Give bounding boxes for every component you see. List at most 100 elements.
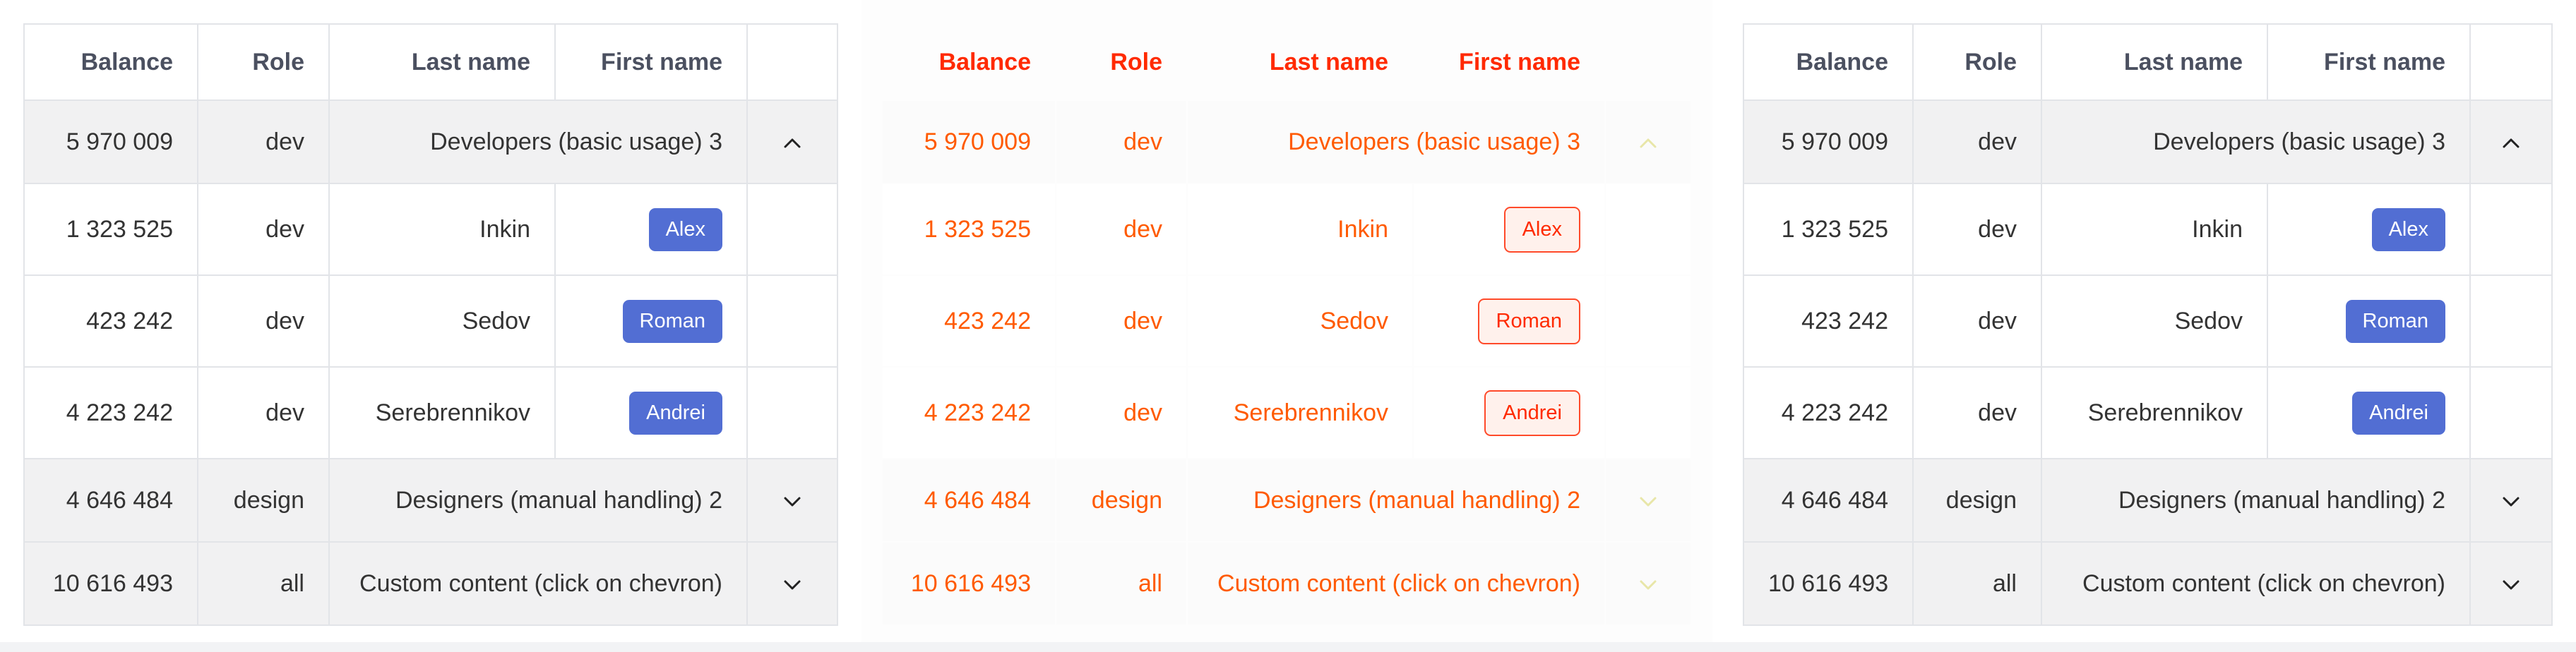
header-role[interactable]: Role — [1912, 23, 2042, 101]
first-name-cell: Andrei — [554, 366, 748, 459]
balance-cell: 5 970 009 — [23, 99, 198, 184]
role-cell: dev — [1056, 367, 1187, 459]
group-row[interactable]: 5 970 009 dev Developers (basic usage) 3 — [1743, 99, 2553, 184]
table-panel-left: Balance Role Last name First name 5 970 009 d… — [0, 0, 861, 652]
group-row[interactable]: 4 646 484 design Designers (manual handlin… — [1743, 458, 2553, 543]
role-cell: dev — [1056, 183, 1187, 275]
first-name-button[interactable]: Andrei — [1484, 390, 1580, 436]
first-name-button[interactable]: Roman — [2345, 299, 2445, 343]
balance-cell: 423 242 — [23, 274, 198, 368]
header-role[interactable]: Role — [197, 23, 330, 101]
chevron-down-icon[interactable] — [781, 574, 804, 596]
group-row[interactable]: 4 646 484 design Designers (manual handlin… — [23, 458, 838, 543]
group-row[interactable]: 5 970 009 dev Developers (basic usage) 3 — [23, 99, 838, 184]
actions-cell — [1605, 367, 1691, 459]
group-row[interactable]: 10 616 493 all Custom content (click on ch… — [1743, 541, 2553, 626]
last-name-cell: Inkin — [328, 183, 556, 276]
role-cell: design — [1912, 458, 2042, 543]
last-name-cell: Serebrennikov — [328, 366, 556, 459]
first-name-cell: Andrei — [1413, 367, 1605, 459]
last-name-cell: Sedov — [1187, 275, 1413, 367]
first-name-button[interactable]: Alex — [2371, 207, 2445, 251]
first-name-button[interactable]: Roman — [622, 299, 722, 343]
header-actions — [1605, 24, 1691, 100]
chevron-up-icon[interactable] — [2500, 132, 2522, 155]
balance-cell: 4 646 484 — [1743, 458, 1914, 543]
balance-cell: 10 616 493 — [23, 541, 198, 626]
first-name-cell: Roman — [2267, 274, 2471, 368]
grouped-data-table: Balance Role Last name First name 5 970 009 d… — [881, 23, 1692, 626]
header-last-name[interactable]: Last name — [2041, 23, 2268, 101]
header-balance[interactable]: Balance — [882, 24, 1056, 100]
first-name-cell: Roman — [554, 274, 748, 368]
chevron-up-icon[interactable] — [1637, 132, 1659, 155]
table-row: 423 242 dev Sedov Roman — [1743, 274, 2553, 368]
actions-cell — [746, 274, 838, 368]
role-cell: dev — [1912, 274, 2042, 368]
expand-toggle-cell[interactable] — [746, 541, 838, 626]
group-label: Developers (basic usage) 3 — [2041, 99, 2471, 184]
balance-cell: 10 616 493 — [882, 542, 1056, 625]
first-name-button[interactable]: Andrei — [629, 391, 722, 435]
actions-cell — [2469, 274, 2553, 368]
role-cell: dev — [1056, 100, 1187, 183]
balance-cell: 4 223 242 — [23, 366, 198, 459]
group-row[interactable]: 4 646 484 design Designers (manual handlin… — [882, 459, 1691, 542]
table-row: 423 242 dev Sedov Roman — [882, 275, 1691, 367]
group-row[interactable]: 5 970 009 dev Developers (basic usage) 3 — [882, 100, 1691, 183]
header-first-name[interactable]: First name — [554, 23, 748, 101]
first-name-button[interactable]: Alex — [1503, 206, 1580, 253]
chevron-down-icon[interactable] — [781, 490, 804, 513]
expand-toggle-cell[interactable] — [2469, 99, 2553, 184]
group-label: Custom content (click on chevron) — [2041, 541, 2471, 626]
role-cell: dev — [197, 274, 330, 368]
balance-cell: 423 242 — [1743, 274, 1914, 368]
expand-toggle-cell[interactable] — [1605, 100, 1691, 183]
group-label: Custom content (click on chevron) — [328, 541, 748, 626]
actions-cell — [1605, 275, 1691, 367]
role-cell: design — [197, 458, 330, 543]
role-cell: all — [1056, 542, 1187, 625]
grouped-data-table: Balance Role Last name First name 5 970 009 d… — [23, 23, 838, 626]
chevron-down-icon[interactable] — [2500, 574, 2522, 596]
header-role[interactable]: Role — [1056, 24, 1187, 100]
actions-cell — [2469, 366, 2553, 459]
expand-toggle-cell[interactable] — [1605, 542, 1691, 625]
chevron-down-icon[interactable] — [1637, 490, 1659, 513]
actions-cell — [746, 183, 838, 276]
last-name-cell: Serebrennikov — [1187, 367, 1413, 459]
role-cell: dev — [1056, 275, 1187, 367]
group-label: Designers (manual handling) 2 — [328, 458, 748, 543]
expand-toggle-cell[interactable] — [2469, 541, 2553, 626]
expand-toggle-cell[interactable] — [1605, 459, 1691, 542]
group-row[interactable]: 10 616 493 all Custom content (click on ch… — [23, 541, 838, 626]
first-name-button[interactable]: Andrei — [2352, 391, 2445, 435]
header-last-name[interactable]: Last name — [1187, 24, 1413, 100]
first-name-button[interactable]: Alex — [648, 207, 722, 251]
expand-toggle-cell[interactable] — [2469, 458, 2553, 543]
header-balance[interactable]: Balance — [1743, 23, 1914, 101]
balance-cell: 1 323 525 — [1743, 183, 1914, 276]
balance-cell: 10 616 493 — [1743, 541, 1914, 626]
table-row: 1 323 525 dev Inkin Alex — [882, 183, 1691, 275]
last-name-cell: Sedov — [2041, 274, 2268, 368]
expand-toggle-cell[interactable] — [746, 458, 838, 543]
header-first-name[interactable]: First name — [2267, 23, 2471, 101]
chevron-down-icon[interactable] — [2500, 490, 2522, 513]
header-last-name[interactable]: Last name — [328, 23, 556, 101]
chevron-down-icon[interactable] — [1637, 574, 1659, 596]
chevron-up-icon[interactable] — [781, 132, 804, 155]
balance-cell: 423 242 — [882, 275, 1056, 367]
role-cell: dev — [197, 366, 330, 459]
table-row: 423 242 dev Sedov Roman — [23, 274, 838, 368]
header-first-name[interactable]: First name — [1413, 24, 1605, 100]
balance-cell: 4 223 242 — [1743, 366, 1914, 459]
balance-cell: 4 223 242 — [882, 367, 1056, 459]
role-cell: dev — [197, 183, 330, 276]
expand-toggle-cell[interactable] — [746, 99, 838, 184]
group-row[interactable]: 10 616 493 all Custom content (click on ch… — [882, 542, 1691, 625]
first-name-button[interactable]: Roman — [1477, 298, 1580, 344]
header-row: Balance Role Last name First name — [1743, 23, 2553, 101]
header-balance[interactable]: Balance — [23, 23, 198, 101]
last-name-cell: Serebrennikov — [2041, 366, 2268, 459]
